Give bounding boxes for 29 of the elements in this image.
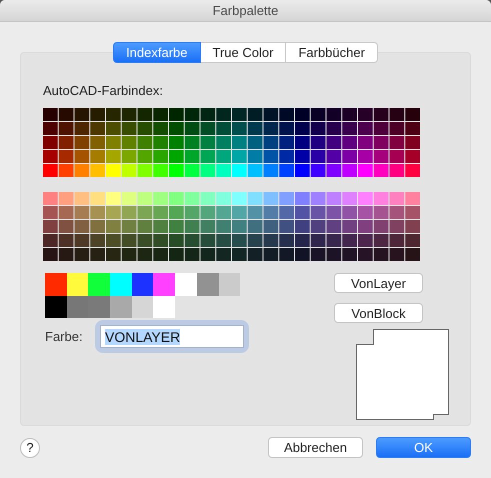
color-swatch[interactable] — [110, 273, 132, 296]
window-title: Farbpalette — [212, 3, 278, 18]
by-layer-button[interactable]: VonLayer — [334, 273, 423, 293]
color-swatch[interactable] — [66, 296, 88, 318]
color-swatch[interactable] — [110, 296, 132, 318]
color-swatch[interactable] — [45, 273, 67, 296]
color-grid-drawing[interactable] — [43, 108, 421, 178]
ok-button[interactable]: OK — [376, 437, 471, 458]
palette-label: AutoCAD-Farbindex: — [43, 83, 164, 99]
color-swatch[interactable] — [175, 273, 197, 296]
color-swatch[interactable] — [88, 296, 110, 318]
tab[interactable]: Farbbücher — [286, 42, 378, 63]
color-swatch[interactable] — [196, 273, 218, 296]
tab[interactable]: True Color — [200, 42, 286, 63]
color-input-field[interactable]: VONLAYER — [100, 325, 244, 348]
color-swatch[interactable] — [132, 273, 154, 296]
color-swatch[interactable] — [45, 296, 67, 318]
color-swatch[interactable] — [218, 273, 240, 296]
tab[interactable]: Indexfarbe — [113, 42, 200, 63]
color-swatch[interactable] — [88, 273, 110, 296]
pastel-color-grid-drawing[interactable] — [43, 192, 421, 262]
color-swatch[interactable] — [153, 273, 176, 296]
color-swatch[interactable] — [132, 296, 154, 318]
by-block-button[interactable]: VonBlock — [334, 303, 423, 323]
color-swatch[interactable] — [153, 296, 176, 318]
color-label: Farbe: — [45, 329, 84, 344]
color-swatch[interactable] — [66, 273, 88, 296]
cancel-button[interactable]: Abbrechen — [268, 437, 363, 458]
help-button[interactable]: ? — [20, 438, 40, 458]
